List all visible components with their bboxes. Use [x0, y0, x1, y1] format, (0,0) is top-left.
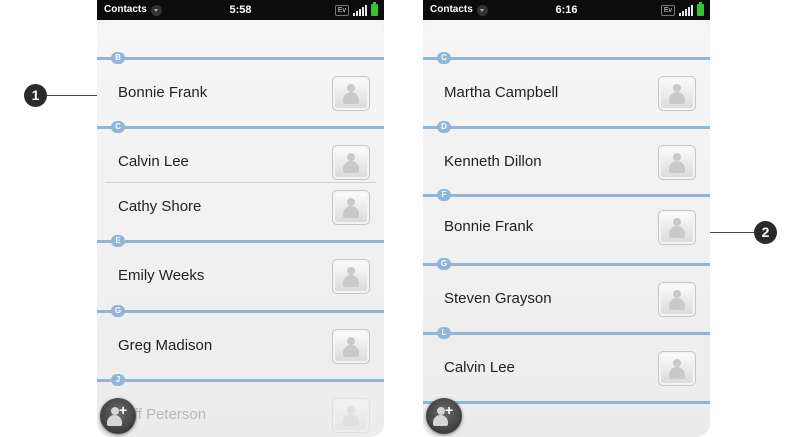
- contact-avatar-icon: [332, 259, 370, 294]
- contact-name: Martha Campbell: [444, 84, 559, 101]
- section-divider: C: [423, 51, 710, 65]
- status-icons: Ev: [334, 2, 378, 17]
- contact-avatar-icon: [658, 145, 696, 180]
- network-type-label: Ev: [334, 4, 349, 16]
- contact-avatar-icon: [332, 145, 370, 180]
- contact-avatar-icon: [658, 76, 696, 111]
- section-letter: L: [437, 327, 451, 339]
- contact-avatar-icon: [658, 282, 696, 317]
- contact-name: Steven Grayson: [444, 290, 552, 307]
- phone-screen-left: Contacts 5:58 Ev B Bonnie Frank C Calvin…: [97, 0, 384, 437]
- contact-avatar-icon: [658, 351, 696, 386]
- plus-icon: +: [119, 402, 128, 418]
- battery-icon: [371, 2, 378, 16]
- contact-name: Bonnie Frank: [444, 218, 534, 235]
- section-letter: D: [437, 121, 451, 133]
- plus-icon: +: [445, 402, 454, 418]
- section-divider: [423, 395, 710, 409]
- contact-name: Emily Weeks: [118, 267, 205, 284]
- contact-row[interactable]: Bonnie Frank: [97, 65, 384, 120]
- section-divider: C: [97, 120, 384, 134]
- contact-name: Greg Madison: [118, 337, 213, 354]
- contact-row[interactable]: Martha Campbell: [423, 65, 710, 120]
- section-letter: E: [111, 235, 125, 247]
- section-letter: C: [437, 52, 451, 64]
- contact-row[interactable]: Jeff Peterson: [97, 387, 384, 437]
- add-contact-button[interactable]: +: [100, 398, 136, 434]
- status-icons: Ev: [660, 2, 704, 17]
- section-divider: L: [423, 326, 710, 340]
- phone-screen-right: Contacts 6:16 Ev C Martha Campbell D Ken…: [423, 0, 710, 437]
- contact-row[interactable]: Kenneth Dillon: [423, 134, 710, 189]
- callout-badge-1: 1: [24, 84, 47, 107]
- contact-avatar-icon: [332, 190, 370, 225]
- signal-strength-icon: [353, 4, 367, 16]
- contacts-list[interactable]: C Martha Campbell D Kenneth Dillon F Bon…: [423, 20, 710, 437]
- section-letter: B: [111, 52, 125, 64]
- contact-name: Bonnie Frank: [118, 84, 208, 101]
- contact-row[interactable]: Bonnie Frank: [423, 202, 710, 257]
- section-letter: C: [111, 121, 125, 133]
- contact-row[interactable]: Steven Grayson: [423, 271, 710, 326]
- section-divider: G: [97, 304, 384, 318]
- contact-name: Kenneth Dillon: [444, 153, 542, 170]
- battery-icon: [697, 2, 704, 16]
- contacts-list[interactable]: B Bonnie Frank C Calvin Lee Cathy Shore …: [97, 20, 384, 437]
- callout-badge-2: 2: [754, 221, 777, 244]
- section-letter: G: [111, 305, 125, 317]
- contact-avatar-icon: [658, 210, 696, 245]
- signal-strength-icon: [679, 4, 693, 16]
- contact-avatar-icon: [332, 398, 370, 433]
- network-type-label: Ev: [660, 4, 675, 16]
- contact-avatar-icon: [332, 76, 370, 111]
- contact-name: Cathy Shore: [118, 198, 202, 215]
- add-contact-icon: [437, 407, 445, 415]
- section-divider: G: [423, 257, 710, 271]
- section-letter: J: [111, 374, 125, 386]
- status-bar: Contacts 5:58 Ev: [97, 0, 384, 20]
- section-divider: D: [423, 120, 710, 134]
- contact-row[interactable]: Calvin Lee: [423, 340, 710, 395]
- contact-row[interactable]: Greg Madison: [97, 318, 384, 373]
- section-letter: G: [437, 258, 451, 270]
- section-divider: E: [97, 234, 384, 248]
- contact-avatar-icon: [332, 329, 370, 364]
- section-divider: B: [97, 51, 384, 65]
- add-contact-button[interactable]: +: [426, 398, 462, 434]
- contact-name: Calvin Lee: [444, 359, 515, 376]
- contact-row[interactable]: Cathy Shore: [97, 182, 384, 237]
- status-bar: Contacts 6:16 Ev: [423, 0, 710, 20]
- add-contact-icon: [111, 407, 119, 415]
- section-divider: J: [97, 373, 384, 387]
- contact-row[interactable]: Emily Weeks: [97, 248, 384, 303]
- callout-line-1: [47, 95, 98, 96]
